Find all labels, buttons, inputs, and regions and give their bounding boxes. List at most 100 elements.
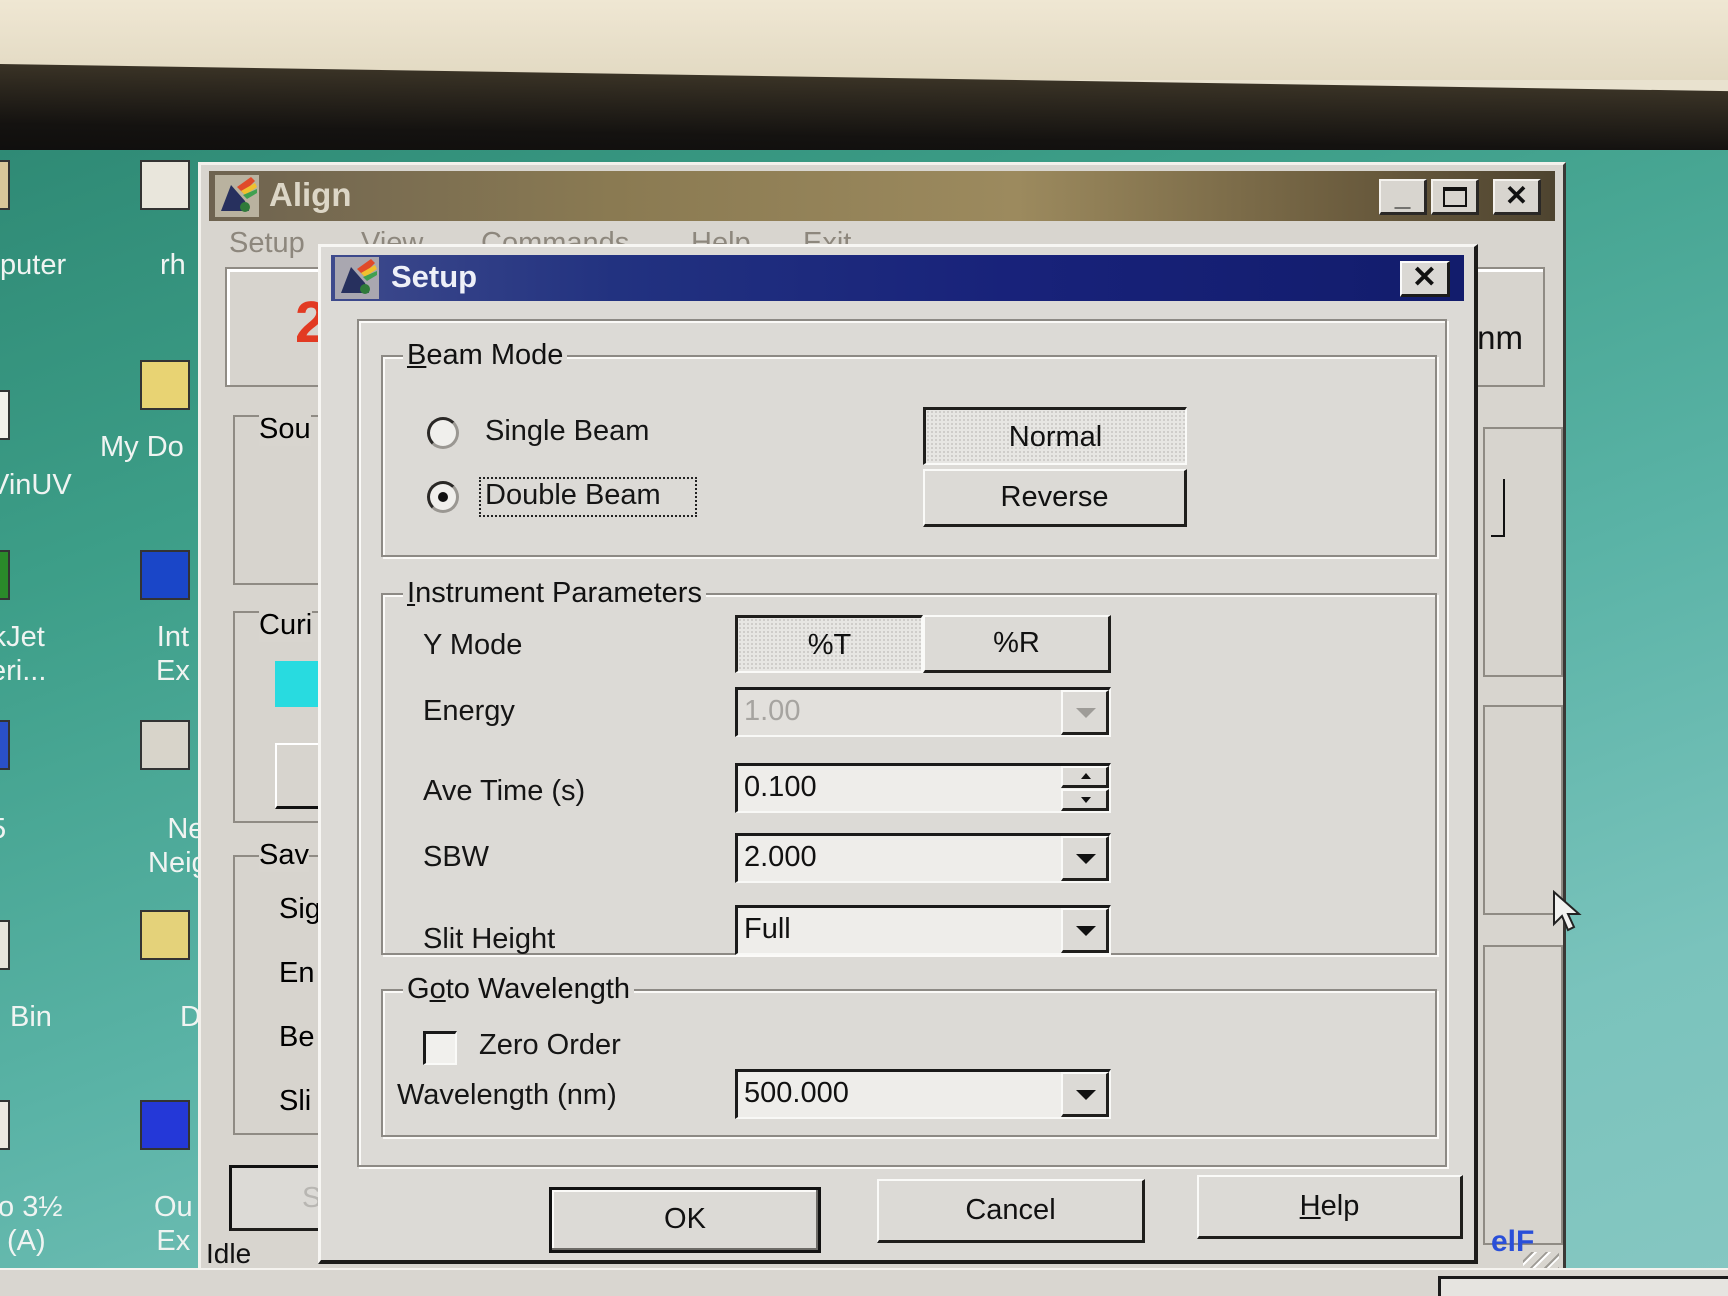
wavelength-value: 500.000 bbox=[744, 1077, 849, 1109]
percent-t-label: %T bbox=[807, 629, 852, 661]
slit-height-combo[interactable]: Full bbox=[735, 905, 1111, 955]
app-shortcut-icon bbox=[0, 720, 10, 770]
printer-icon bbox=[0, 550, 10, 600]
reverse-button[interactable]: Reverse bbox=[923, 469, 1187, 527]
right-panel-middle bbox=[1483, 705, 1563, 915]
zero-order-checkbox[interactable] bbox=[423, 1031, 457, 1065]
single-beam-radio[interactable] bbox=[427, 417, 459, 449]
minimize-icon: _ bbox=[1394, 180, 1411, 211]
single-beam-label[interactable]: Single Beam bbox=[485, 415, 649, 448]
save-row-beam: Be bbox=[279, 1021, 315, 1053]
radio-selected-dot bbox=[438, 492, 448, 502]
align-window-title: Align bbox=[269, 176, 352, 213]
ave-time-spinbox[interactable]: 0.100 bbox=[735, 763, 1111, 813]
sbw-label: SBW bbox=[423, 841, 490, 873]
my-computer-icon bbox=[0, 160, 10, 210]
slit-height-dropdown-button[interactable] bbox=[1061, 908, 1109, 953]
energy-combo: 1.00 bbox=[735, 687, 1111, 737]
wavelength-dropdown-button[interactable] bbox=[1061, 1072, 1109, 1117]
chevron-down-icon bbox=[1076, 854, 1096, 864]
desktop-icon-label: My Do bbox=[100, 431, 184, 463]
save-row-energy: En bbox=[279, 957, 315, 989]
desktop-icon-label: Bin bbox=[10, 1001, 52, 1033]
goto-wavelength-label: Goto Wavelength bbox=[403, 973, 635, 1006]
percent-r-button[interactable]: %R bbox=[923, 615, 1111, 673]
maximize-button[interactable] bbox=[1431, 179, 1479, 215]
instrument-parameters-label: Instrument Parameters bbox=[403, 577, 706, 610]
ave-time-decrement[interactable] bbox=[1061, 789, 1109, 811]
save-row-slit: Sli bbox=[279, 1085, 312, 1117]
setup-dialog: Setup ✕ Beam Mode Single Beam Double Bea… bbox=[318, 244, 1478, 1264]
maximize-icon bbox=[1442, 187, 1467, 207]
desktop-icon-label: VinUV bbox=[0, 469, 72, 501]
wavelength-label: Wavelength (nm) bbox=[397, 1079, 617, 1111]
sbw-combo[interactable]: 2.000 bbox=[735, 833, 1111, 883]
slit-height-label: Slit Height bbox=[423, 923, 556, 955]
reading-unit: nm bbox=[1477, 319, 1523, 356]
reverse-button-label: Reverse bbox=[1000, 481, 1109, 513]
ave-time-value: 0.100 bbox=[744, 771, 817, 803]
spectrometer-app-icon bbox=[215, 175, 259, 217]
taskbar-align-button[interactable] bbox=[1438, 1276, 1728, 1296]
setup-content-frame: Beam Mode Single Beam Double Beam Normal… bbox=[357, 319, 1447, 1167]
chevron-down-icon bbox=[1076, 708, 1096, 718]
desktop-icon-label: to 3½(A) bbox=[0, 1191, 63, 1257]
ok-button-label: OK bbox=[664, 1203, 706, 1235]
internet-explorer-icon bbox=[140, 550, 190, 600]
desktop-icon-label: kJeteri... bbox=[0, 621, 47, 687]
shortcut-icon bbox=[140, 910, 190, 960]
mouse-cursor-icon bbox=[1553, 890, 1582, 932]
cancel-button-label: Cancel bbox=[965, 1194, 1056, 1226]
cancel-button[interactable]: Cancel bbox=[877, 1179, 1145, 1243]
save-label: Sav bbox=[259, 839, 309, 872]
spin-down-icon bbox=[1081, 797, 1091, 803]
minimize-button[interactable]: _ bbox=[1379, 179, 1427, 215]
right-panel-top bbox=[1483, 427, 1563, 677]
current-label: Curi bbox=[259, 609, 313, 642]
percent-t-button[interactable]: %T bbox=[735, 615, 923, 673]
status-text: Idle bbox=[206, 1238, 252, 1269]
energy-label: Energy bbox=[423, 695, 515, 727]
chevron-down-icon bbox=[1076, 926, 1096, 936]
close-window-button[interactable]: ✕ bbox=[1493, 179, 1541, 215]
chevron-down-icon bbox=[1076, 1090, 1096, 1100]
zero-order-label[interactable]: Zero Order bbox=[479, 1029, 621, 1062]
normal-button[interactable]: Normal bbox=[923, 407, 1187, 465]
normal-button-label: Normal bbox=[1008, 421, 1103, 453]
double-beam-label[interactable]: Double Beam bbox=[485, 479, 661, 512]
setup-title-bar[interactable]: Setup ✕ bbox=[331, 255, 1464, 301]
close-icon: ✕ bbox=[1411, 261, 1438, 294]
beam-mode-label: Beam Mode bbox=[403, 339, 568, 372]
desktop-icon-label: puter bbox=[0, 249, 67, 281]
desktop-icon-label: 5 bbox=[0, 812, 6, 846]
right-panel-indicator bbox=[1491, 479, 1505, 537]
double-beam-radio[interactable] bbox=[427, 481, 459, 513]
desktop-icon-label: Int Ex bbox=[156, 621, 190, 687]
slit-height-value: Full bbox=[744, 913, 791, 945]
network-neighborhood-icon bbox=[140, 720, 190, 770]
menu-setup[interactable]: Setup bbox=[229, 227, 305, 260]
source-label: Sou bbox=[259, 413, 311, 446]
setup-close-button[interactable]: ✕ bbox=[1400, 261, 1450, 297]
document-icon bbox=[140, 160, 190, 210]
desktop-icon-label: Ou Ex bbox=[154, 1191, 193, 1257]
align-title-bar[interactable]: Align _ ✕ bbox=[209, 171, 1555, 221]
outlook-express-icon bbox=[140, 1100, 190, 1150]
ave-time-label: Ave Time (s) bbox=[423, 775, 586, 807]
wavelength-combo[interactable]: 500.000 bbox=[735, 1069, 1111, 1119]
program-window-icon bbox=[0, 390, 10, 440]
spectrometer-app-icon bbox=[335, 257, 379, 299]
my-documents-folder-icon bbox=[140, 360, 190, 410]
ok-button[interactable]: OK bbox=[549, 1187, 821, 1253]
sbw-value: 2.000 bbox=[744, 841, 817, 873]
help-button[interactable]: Help bbox=[1197, 1175, 1463, 1239]
ave-time-increment[interactable] bbox=[1061, 766, 1109, 788]
goto-wavelength-group: Goto Wavelength Zero Order Wavelength (n… bbox=[381, 973, 1437, 1137]
floppy-drive-icon bbox=[0, 1100, 10, 1150]
sbw-dropdown-button[interactable] bbox=[1061, 836, 1109, 881]
percent-r-label: %R bbox=[993, 627, 1040, 659]
help-button-label: Help bbox=[1299, 1190, 1360, 1222]
y-mode-label: Y Mode bbox=[423, 629, 523, 661]
right-panel-bottom bbox=[1483, 945, 1563, 1245]
save-row-signal: Sig bbox=[279, 893, 321, 925]
